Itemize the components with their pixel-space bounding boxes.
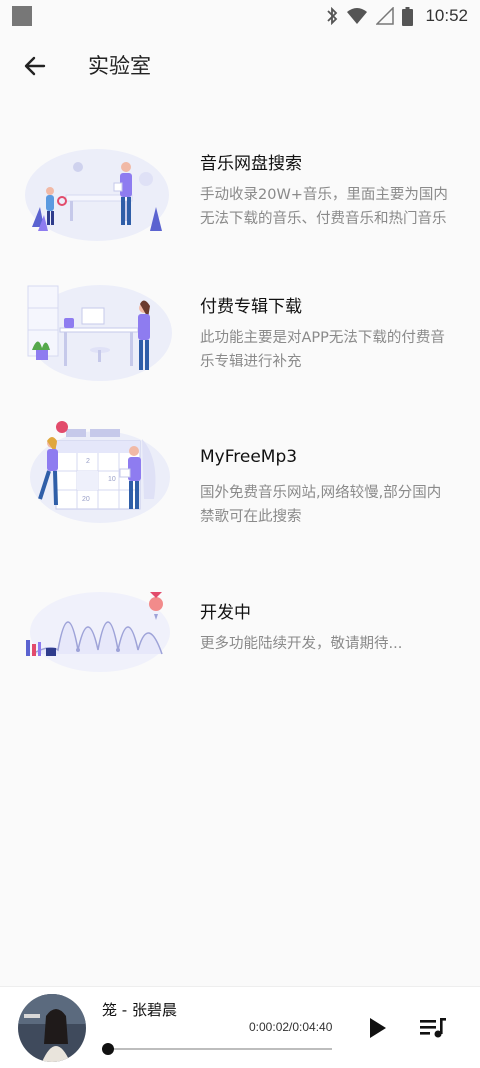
signal-icon	[376, 7, 395, 25]
feature-title: 付费专辑下载	[200, 297, 302, 317]
office-desk-illustration	[27, 285, 172, 381]
app-bar: 实验室	[0, 32, 480, 98]
app-notification-icon	[12, 6, 32, 26]
playlist-button[interactable]	[418, 1015, 448, 1041]
play-icon	[370, 1018, 386, 1038]
feature-description: 更多功能陆续开发，敬请期待...	[200, 636, 403, 652]
mini-player[interactable]: 笼 - 张碧晨 0:00:02/0:04:40	[0, 986, 480, 1068]
arrow-left-icon	[24, 56, 46, 76]
feature-description: 国外免费音乐网站,网络较慢,部分国内禁歌可在此搜索	[200, 485, 442, 525]
feature-title: 开发中	[200, 603, 251, 623]
feature-description: 此功能主要是对APP无法下载的付费音乐专辑进行补充	[200, 330, 445, 370]
song-title: 笼 - 张碧晨	[102, 1001, 177, 1019]
feature-item-myfreemp3[interactable]: 2 10 20 MyFreeMp3 国外免费音乐网站,网络较慢,部分国内禁歌可在…	[0, 415, 480, 555]
feature-item-in-development[interactable]: 开发中 更多功能陆续开发，敬请期待...	[0, 570, 480, 710]
play-button[interactable]	[362, 1013, 392, 1043]
progress-slider[interactable]	[101, 1043, 332, 1055]
status-time: 10:52	[425, 6, 468, 25]
progress-knob[interactable]	[101, 1043, 114, 1055]
back-button[interactable]	[18, 49, 52, 83]
page-title: 实验室	[88, 54, 151, 78]
wave-chart-illustration	[26, 592, 170, 672]
bluetooth-icon	[327, 7, 338, 25]
calendar-day-number: 2	[86, 458, 90, 465]
calendar-day-number: 10	[108, 476, 116, 483]
feature-title: 音乐网盘搜索	[200, 154, 302, 174]
song-time: 0:00:02/0:04:40	[249, 1020, 333, 1034]
battery-icon	[402, 6, 414, 26]
wifi-icon	[347, 8, 368, 24]
status-bar: 10:52	[0, 0, 480, 32]
feature-item-netdisk-search[interactable]: 音乐网盘搜索 手动收录20W+音乐，里面主要为国内无法下载的音乐、付费音乐和热门…	[0, 125, 480, 265]
calendar-day-number: 20	[82, 496, 90, 503]
playlist-icon	[420, 1018, 446, 1038]
feature-item-paid-album-download[interactable]: 付费专辑下载 此功能主要是对APP无法下载的付费音乐专辑进行补充	[0, 278, 480, 418]
feature-description: 手动收录20W+音乐，里面主要为国内无法下载的音乐、付费音乐和热门音乐	[200, 187, 448, 227]
park-bench-illustration	[25, 149, 169, 241]
feature-title: MyFreeMp3	[200, 447, 298, 467]
album-cover[interactable]	[18, 994, 86, 1062]
calendar-illustration: 2 10 20	[30, 421, 170, 523]
